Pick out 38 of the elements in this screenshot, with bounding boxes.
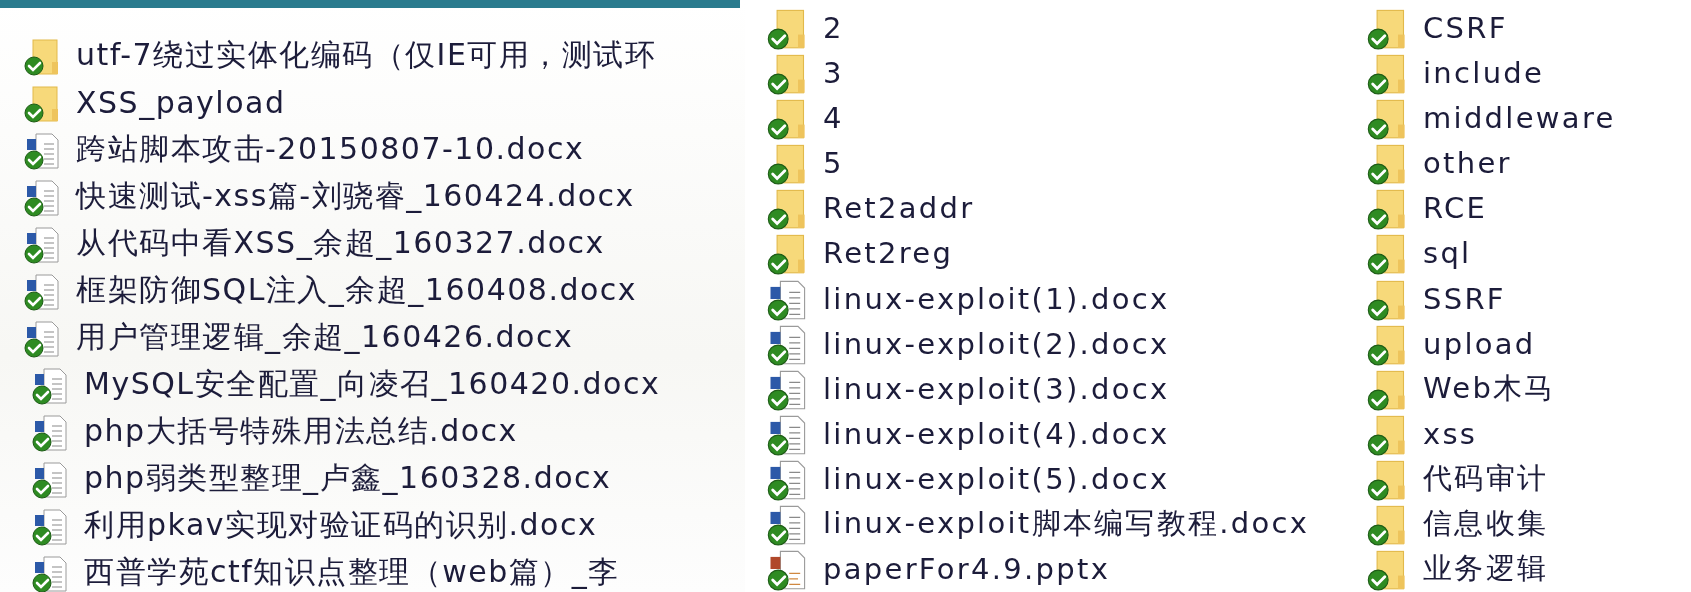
file-name[interactable]: sql [1423,236,1472,271]
file-name[interactable]: 5 [823,146,844,181]
file-name[interactable]: MySQL安全配置_向凌召_160420.docx [84,364,661,405]
file-name[interactable]: 跨站脚本攻击-20150807-10.docx [76,129,585,170]
file-name[interactable]: middleware [1423,100,1616,135]
file-name[interactable]: 信息收集 [1423,504,1549,545]
file-name[interactable]: Ret2addr [823,191,975,226]
file-name[interactable]: 框架防御SQL注入_余超_160408.docx [76,270,638,311]
file-name[interactable]: 用户管理逻辑_余超_160426.docx [76,317,574,358]
file-name[interactable]: upload [1423,326,1536,361]
file-name[interactable]: xss [1423,417,1478,451]
file-name[interactable]: paperFor4.9.pptx [823,552,1111,587]
file-name[interactable]: linux-exploit(1).docx [823,281,1170,316]
file-name[interactable]: 业务逻辑 [1423,549,1549,590]
file-name[interactable]: 代码审计 [1423,459,1549,500]
file-name[interactable]: 利用pkav实现对验证码的识别.docx [84,505,598,546]
file-name[interactable]: utf-7绕过实体化编码（仅IE可用，测试环 [76,35,657,76]
file-name[interactable]: linux-exploit(5).docx [823,462,1170,497]
file-name[interactable]: 4 [823,100,844,135]
file-name[interactable]: 从代码中看XSS_余超_160327.docx [76,223,605,264]
file-name[interactable]: SSRF [1423,281,1506,316]
file-name[interactable]: linux-exploit(2).docx [823,326,1170,361]
file-name[interactable]: CSRF [1423,10,1508,45]
file-name[interactable]: Web木马 [1423,368,1556,409]
file-name[interactable]: linux-exploit脚本编写教程.docx [823,504,1310,545]
file-name[interactable]: XSS_payload [76,85,286,120]
file-name[interactable]: other [1423,146,1512,181]
file-name[interactable]: 快速测试-xss篇-刘骁睿_160424.docx [76,176,635,217]
file-name[interactable]: linux-exploit(4).docx [823,417,1170,451]
file-name[interactable]: 2 [823,10,844,45]
file-name[interactable]: linux-exploit(3).docx [823,371,1170,406]
file-name[interactable]: include [1423,55,1545,90]
file-name[interactable]: php弱类型整理_卢鑫_160328.docx [84,458,612,499]
file-name[interactable]: Ret2reg [823,236,954,271]
file-name[interactable]: RCE [1423,191,1488,226]
file-name[interactable]: php大括号特殊用法总结.docx [84,411,518,452]
file-name[interactable]: 3 [823,55,844,90]
file-name[interactable]: 西普学苑ctf知识点整理（web篇）_李 [84,552,620,592]
